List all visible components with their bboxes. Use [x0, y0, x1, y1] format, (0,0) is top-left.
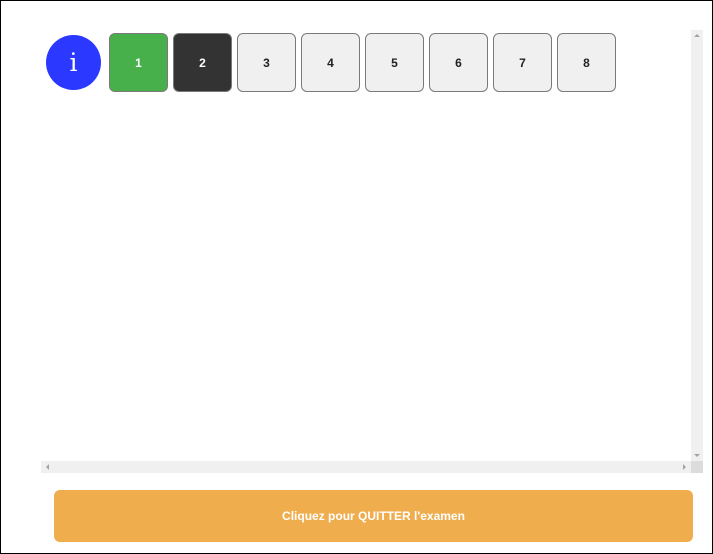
question-navigation: i 1 2 3 4 5 6 7 8 [46, 33, 621, 92]
question-button-5[interactable]: 5 [365, 33, 424, 92]
question-button-7[interactable]: 7 [493, 33, 552, 92]
question-button-4[interactable]: 4 [301, 33, 360, 92]
scrollbar-corner [691, 461, 703, 473]
quit-exam-button[interactable]: Cliquez pour QUITTER l'examen [54, 490, 693, 542]
chevron-down-icon[interactable] [694, 454, 700, 457]
question-button-6[interactable]: 6 [429, 33, 488, 92]
question-content-area[interactable] [41, 30, 703, 472]
chevron-right-icon[interactable] [683, 464, 686, 470]
question-button-3[interactable]: 3 [237, 33, 296, 92]
info-button[interactable]: i [46, 35, 101, 90]
vertical-scrollbar[interactable] [691, 30, 703, 461]
question-button-2[interactable]: 2 [173, 33, 232, 92]
exam-window: i 1 2 3 4 5 6 7 8 Cliquez pour QUITTER l… [0, 0, 713, 554]
horizontal-scrollbar[interactable] [41, 461, 691, 473]
info-icon: i [69, 48, 78, 77]
chevron-up-icon[interactable] [694, 34, 700, 37]
chevron-left-icon[interactable] [46, 464, 49, 470]
question-button-8[interactable]: 8 [557, 33, 616, 92]
question-button-1[interactable]: 1 [109, 33, 168, 92]
